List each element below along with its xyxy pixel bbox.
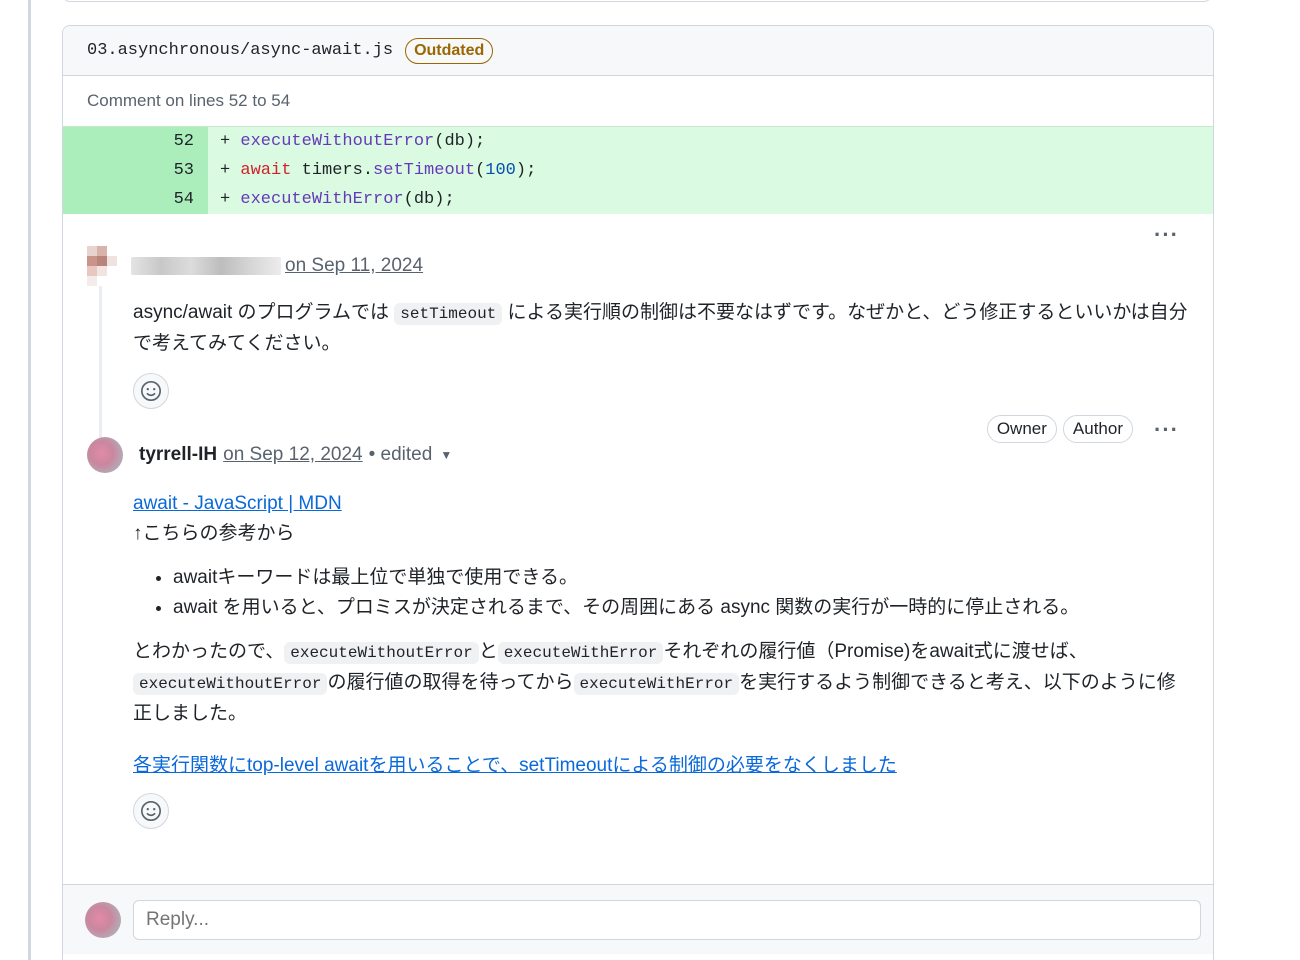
diff-code: + executeWithError(db); xyxy=(208,190,455,209)
code-token: (db); xyxy=(403,190,455,209)
comment-on-lines: Comment on lines 52 to 54 xyxy=(87,91,291,110)
timeline-line xyxy=(28,0,31,960)
author-name-link[interactable]: tyrrell-IH xyxy=(139,444,217,466)
comment-header: tyrrell-IH on Sep 12, 2024 • edited ▼ Ow… xyxy=(87,415,1189,475)
previous-card-edge xyxy=(62,0,1212,2)
diff-hunk: 52 + executeWithoutError(db); 53 + await ti… xyxy=(63,126,1213,214)
comment-text: async/await のプログラムでは xyxy=(133,302,395,323)
code-token: 100 xyxy=(485,161,516,180)
reply-input[interactable] xyxy=(133,899,1201,940)
line-number[interactable]: 54 xyxy=(63,185,208,214)
diff-add-marker: + xyxy=(220,190,241,209)
diff-code: + await timers.setTimeout(100); xyxy=(208,161,536,180)
list-item: awaitキーワードは最上位で単独で使用できる。 xyxy=(173,563,1189,593)
avatar[interactable] xyxy=(87,437,123,473)
smiley-icon xyxy=(141,801,161,821)
comment-first: on Sep 11, 2024 ··· async/await のプログラムでは… xyxy=(87,214,1189,409)
code-token: timers. xyxy=(291,161,374,180)
diff-add-marker: + xyxy=(220,132,241,151)
diff-line: 54 + executeWithError(db); xyxy=(63,185,1213,214)
smiley-icon xyxy=(141,381,161,401)
author-badge: Author xyxy=(1062,415,1133,443)
review-thread-card: 03.asynchronous/async-await.js Outdated … xyxy=(62,25,1214,960)
current-user-avatar xyxy=(85,901,121,938)
inline-code: executeWithoutError xyxy=(133,673,328,695)
comment-date-link[interactable]: on Sep 11, 2024 xyxy=(285,255,423,277)
code-token: ); xyxy=(515,161,537,180)
diff-line: 53 + await timers.setTimeout(100); xyxy=(63,156,1213,185)
code-token: setTimeout xyxy=(373,161,476,180)
add-reaction-button[interactable] xyxy=(133,373,169,409)
bullet-list: awaitキーワードは最上位で単独で使用できる。 await を用いると、プロミ… xyxy=(155,563,1189,623)
comment-body: await - JavaScript | MDN ↑こちらの参考から await… xyxy=(133,489,1189,829)
add-reaction-button[interactable] xyxy=(133,793,169,829)
diff-code: + executeWithoutError(db); xyxy=(208,132,485,151)
more-options-icon[interactable]: ··· xyxy=(1154,222,1179,248)
mdn-reference-link[interactable]: await - JavaScript | MDN xyxy=(133,493,342,514)
paragraph-text: の履行値の取得を待ってから xyxy=(327,672,574,693)
list-item: await を用いると、プロミスが決定されるまで、その周囲にある async 関… xyxy=(173,593,1189,623)
outdated-badge: Outdated xyxy=(405,37,494,64)
file-header: 03.asynchronous/async-await.js Outdated xyxy=(63,26,1213,76)
edited-dropdown[interactable]: • edited xyxy=(369,444,433,466)
code-token: ( xyxy=(475,161,486,180)
code-token: executeWithError xyxy=(240,190,404,209)
paragraph-text: それぞれの履行値（Promise)をawait式に渡せば、 xyxy=(663,641,1088,662)
commit-link[interactable]: 各実行関数にtop-level awaitを用いることで、setTimeoutに… xyxy=(133,755,897,776)
reply-bar xyxy=(63,884,1213,954)
diff-line: 52 + executeWithoutError(db); xyxy=(63,127,1213,156)
comment-body: async/await のプログラムでは setTimeout による実行順の制… xyxy=(133,298,1189,409)
comment-header: on Sep 11, 2024 ··· xyxy=(87,222,1189,286)
reference-note: ↑こちらの参考から xyxy=(133,523,295,544)
code-token: (db); xyxy=(434,132,486,151)
comment-second: tyrrell-IH on Sep 12, 2024 • edited ▼ Ow… xyxy=(87,409,1189,829)
paragraph-text: とわかったので、 xyxy=(133,641,285,662)
chevron-down-icon[interactable]: ▼ xyxy=(440,448,452,462)
inline-code: setTimeout xyxy=(394,303,503,325)
inline-code: executeWithError xyxy=(497,642,664,664)
more-options-icon[interactable]: ··· xyxy=(1154,417,1179,443)
comment-date-link[interactable]: on Sep 12, 2024 xyxy=(223,444,362,466)
avatar[interactable] xyxy=(87,246,117,286)
file-path-link[interactable]: 03.asynchronous/async-await.js xyxy=(87,41,393,60)
code-token: await xyxy=(240,161,292,180)
inline-code: executeWithError xyxy=(573,673,740,695)
line-number[interactable]: 52 xyxy=(63,127,208,156)
diff-add-marker: + xyxy=(220,161,241,180)
role-badges: Owner Author xyxy=(981,415,1133,443)
paragraph-text: と xyxy=(478,641,498,662)
explanation-paragraph: とわかったので、 executeWithoutError と executeWithE… xyxy=(133,637,1189,729)
owner-badge: Owner xyxy=(986,415,1057,443)
author-name-redacted[interactable] xyxy=(131,257,281,275)
comment-thread: on Sep 11, 2024 ··· async/await のプログラムでは… xyxy=(63,214,1213,829)
line-number[interactable]: 53 xyxy=(63,156,208,185)
inline-code: executeWithoutError xyxy=(284,642,479,664)
code-token: executeWithoutError xyxy=(240,132,435,151)
